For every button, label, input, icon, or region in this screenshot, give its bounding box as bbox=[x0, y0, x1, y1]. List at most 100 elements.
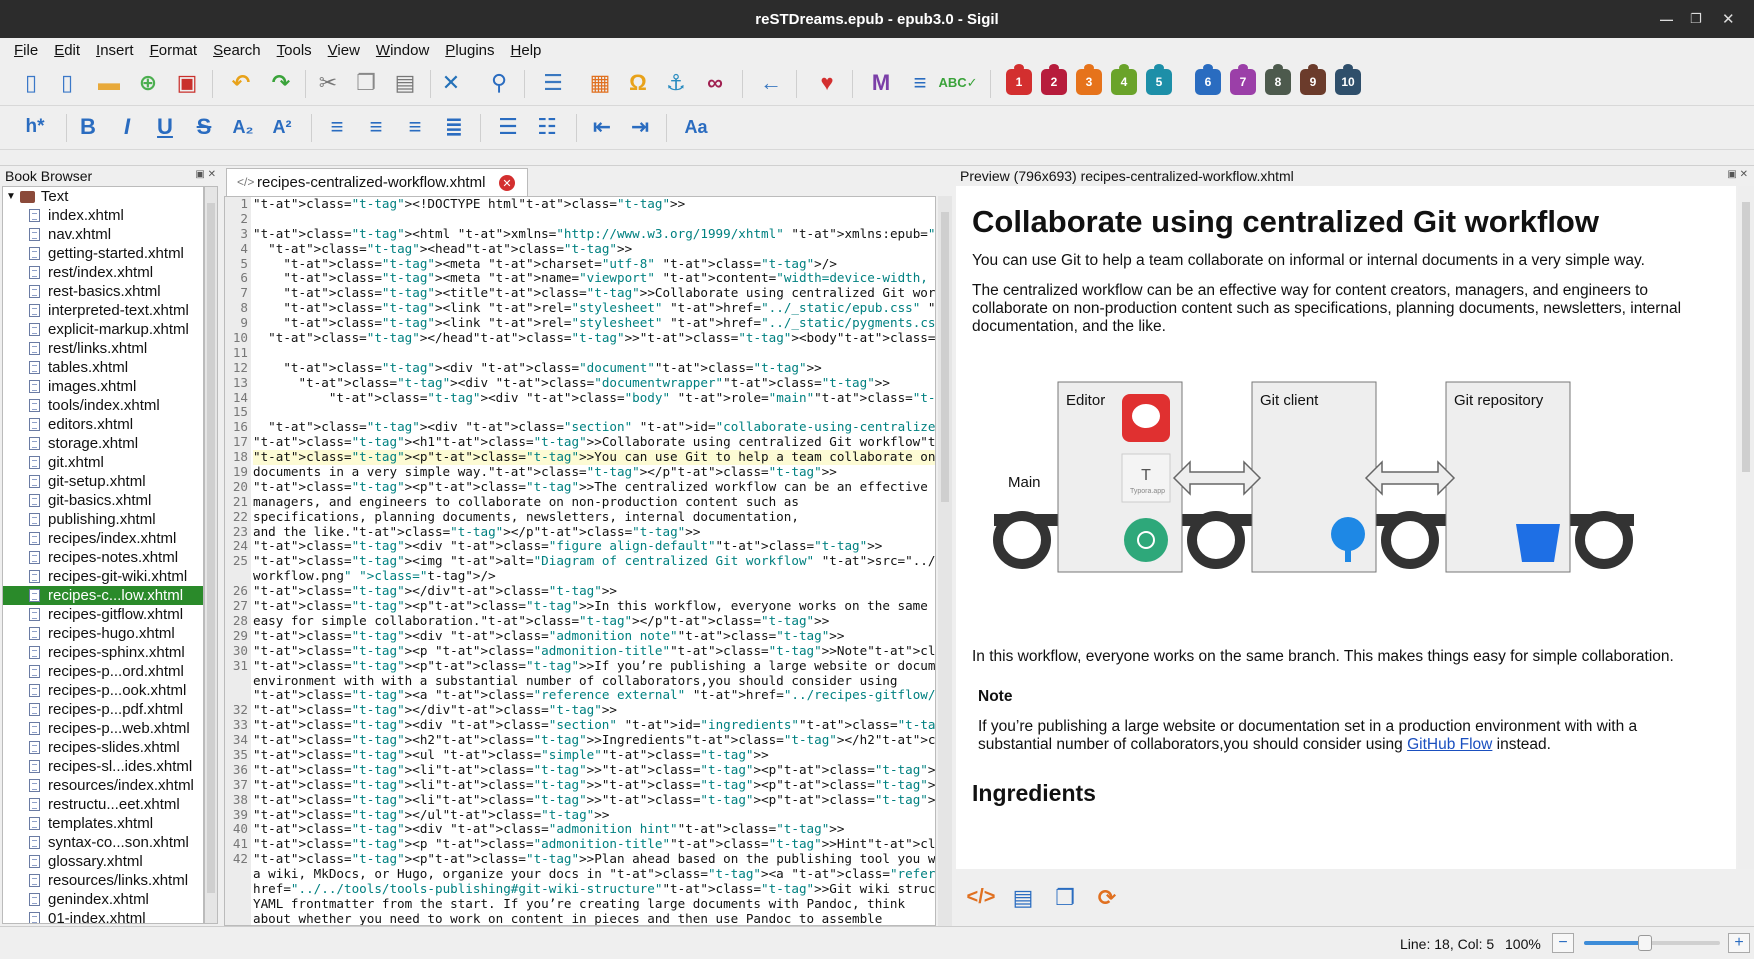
cut-icon[interactable]: ✂ bbox=[313, 68, 343, 98]
text-folder[interactable]: ▼ Text bbox=[3, 187, 203, 206]
numbered-list-icon[interactable]: ☷ bbox=[532, 112, 562, 142]
split-icon[interactable]: ☰ bbox=[538, 68, 568, 98]
file-item[interactable]: resources/index.xhtml bbox=[3, 776, 203, 795]
find-icon[interactable]: ⚲ bbox=[484, 68, 514, 98]
select-all-icon[interactable]: ▤ bbox=[1008, 883, 1038, 913]
file-item[interactable]: genindex.xhtml bbox=[3, 890, 203, 909]
file-item[interactable]: recipes-sl...ides.xhtml bbox=[3, 757, 203, 776]
refresh-icon[interactable]: ⟳ bbox=[1092, 883, 1122, 913]
file-item[interactable]: recipes-hugo.xhtml bbox=[3, 624, 203, 643]
file-item[interactable]: rest/links.xhtml bbox=[3, 339, 203, 358]
menu-insert[interactable]: Insert bbox=[88, 42, 142, 59]
plugin-7-icon[interactable]: 7 bbox=[1230, 64, 1256, 95]
file-item[interactable]: git-setup.xhtml bbox=[3, 472, 203, 491]
menu-file[interactable]: File bbox=[6, 42, 46, 59]
insert-image-icon[interactable]: ▦ bbox=[585, 68, 615, 98]
zoom-out-button[interactable]: − bbox=[1552, 933, 1574, 953]
file-item[interactable]: explicit-markup.xhtml bbox=[3, 320, 203, 339]
strikethrough-icon[interactable]: S bbox=[189, 112, 219, 142]
metadata-icon[interactable]: M bbox=[866, 68, 896, 98]
collapse-arrow-icon[interactable]: ▼ bbox=[6, 191, 16, 202]
zoom-slider-handle[interactable] bbox=[1638, 935, 1653, 951]
github-flow-link[interactable]: GitHub Flow bbox=[1407, 736, 1492, 753]
file-item[interactable]: recipes/index.xhtml bbox=[3, 529, 203, 548]
indent-icon[interactable]: ⇥ bbox=[625, 112, 655, 142]
file-item[interactable]: index.xhtml bbox=[3, 206, 203, 225]
panel-buttons-icon[interactable]: ▣ ✕ bbox=[1727, 169, 1748, 180]
bullet-list-icon[interactable]: ☰ bbox=[493, 112, 523, 142]
zoom-in-button[interactable]: + bbox=[1728, 933, 1750, 953]
align-center-icon[interactable]: ≡ bbox=[361, 112, 391, 142]
menu-view[interactable]: View bbox=[320, 42, 368, 59]
file-item[interactable]: resources/links.xhtml bbox=[3, 871, 203, 890]
plugin-3-icon[interactable]: 3 bbox=[1076, 64, 1102, 95]
subscript-icon[interactable]: A₂ bbox=[228, 112, 258, 142]
special-char-icon[interactable]: Ω bbox=[623, 68, 653, 98]
plugin-6-icon[interactable]: 6 bbox=[1195, 64, 1221, 95]
copy-preview-icon[interactable]: ❐ bbox=[1050, 883, 1080, 913]
file-item[interactable]: recipes-gitflow.xhtml bbox=[3, 605, 203, 624]
zoom-slider[interactable] bbox=[1584, 935, 1720, 951]
file-item[interactable]: recipes-p...pdf.xhtml bbox=[3, 700, 203, 719]
file-item[interactable]: recipes-p...ord.xhtml bbox=[3, 662, 203, 681]
italic-icon[interactable]: I bbox=[112, 112, 142, 142]
menu-tools[interactable]: Tools bbox=[269, 42, 320, 59]
maximize-icon[interactable]: ❐ bbox=[1690, 0, 1702, 38]
close-tab-icon[interactable]: ✕ bbox=[499, 175, 515, 191]
file-item[interactable]: editors.xhtml bbox=[3, 415, 203, 434]
open-folder-icon[interactable]: ▬ bbox=[94, 68, 124, 98]
back-icon[interactable]: ← bbox=[756, 68, 786, 98]
file-item[interactable]: recipes-c...low.xhtml bbox=[3, 586, 203, 605]
file-item[interactable]: recipes-notes.xhtml bbox=[3, 548, 203, 567]
superscript-icon[interactable]: A² bbox=[267, 112, 297, 142]
minimize-icon[interactable]: — bbox=[1660, 0, 1673, 38]
preview-content[interactable]: Collaborate using centralized Git workfl… bbox=[956, 186, 1736, 869]
menu-search[interactable]: Search bbox=[205, 42, 269, 59]
editor-scrollbar[interactable] bbox=[938, 196, 952, 926]
plugin-10-icon[interactable]: 10 bbox=[1335, 64, 1361, 95]
file-item[interactable]: recipes-git-wiki.xhtml bbox=[3, 567, 203, 586]
align-left-icon[interactable]: ≡ bbox=[322, 112, 352, 142]
file-item[interactable]: git.xhtml bbox=[3, 453, 203, 472]
file-item[interactable]: recipes-slides.xhtml bbox=[3, 738, 203, 757]
inspect-code-icon[interactable]: </> bbox=[966, 883, 996, 913]
heart-icon[interactable]: ♥ bbox=[812, 68, 842, 98]
file-item[interactable]: templates.xhtml bbox=[3, 814, 203, 833]
file-item[interactable]: storage.xhtml bbox=[3, 434, 203, 453]
code-view[interactable]: 1 2 3 4 5 6 7 8 9 10 11 12 13 14 15 16 17 18 19 20 21 22 23 24 2… bbox=[224, 196, 936, 926]
menu-format[interactable]: Format bbox=[142, 42, 206, 59]
file-item[interactable]: 01-index.xhtml bbox=[3, 909, 203, 923]
link-icon[interactable]: ∞ bbox=[700, 68, 730, 98]
file-item[interactable]: interpreted-text.xhtml bbox=[3, 301, 203, 320]
outdent-icon[interactable]: ⇤ bbox=[587, 112, 617, 142]
text-case-icon[interactable]: Aa bbox=[681, 112, 711, 142]
spellcheck-icon[interactable]: ABC✓ bbox=[938, 68, 977, 98]
copy-icon[interactable]: ❐ bbox=[351, 68, 381, 98]
file-item[interactable]: recipes-p...ook.xhtml bbox=[3, 681, 203, 700]
close-window-icon[interactable]: ✕ bbox=[1722, 0, 1735, 38]
file-item[interactable]: recipes-sphinx.xhtml bbox=[3, 643, 203, 662]
new-epub3-icon[interactable]: ▯ bbox=[52, 68, 82, 98]
file-item[interactable]: glossary.xhtml bbox=[3, 852, 203, 871]
file-item[interactable]: getting-started.xhtml bbox=[3, 244, 203, 263]
menu-edit[interactable]: Edit bbox=[46, 42, 88, 59]
align-right-icon[interactable]: ≡ bbox=[400, 112, 430, 142]
plugin-2-icon[interactable]: 2 bbox=[1041, 64, 1067, 95]
paste-icon[interactable]: ▤ bbox=[390, 68, 420, 98]
file-item[interactable]: tools/index.xhtml bbox=[3, 396, 203, 415]
xml-tools-icon[interactable]: ✕ bbox=[436, 68, 466, 98]
new-epub2-icon[interactable]: ▯ bbox=[16, 68, 46, 98]
file-item[interactable]: git-basics.xhtml bbox=[3, 491, 203, 510]
file-item[interactable]: recipes-p...web.xhtml bbox=[3, 719, 203, 738]
file-item[interactable]: publishing.xhtml bbox=[3, 510, 203, 529]
file-item[interactable]: tables.xhtml bbox=[3, 358, 203, 377]
save-icon[interactable]: ▣ bbox=[172, 68, 202, 98]
tree-scrollbar[interactable] bbox=[204, 186, 218, 924]
plugin-4-icon[interactable]: 4 bbox=[1111, 64, 1137, 95]
plugin-9-icon[interactable]: 9 bbox=[1300, 64, 1326, 95]
file-item[interactable]: rest-basics.xhtml bbox=[3, 282, 203, 301]
plugin-1-icon[interactable]: 1 bbox=[1006, 64, 1032, 95]
panel-buttons-icon[interactable]: ▣ ✕ bbox=[195, 169, 216, 180]
bold-icon[interactable]: B bbox=[73, 112, 103, 142]
anchor-icon[interactable]: ⚓ bbox=[661, 68, 691, 98]
